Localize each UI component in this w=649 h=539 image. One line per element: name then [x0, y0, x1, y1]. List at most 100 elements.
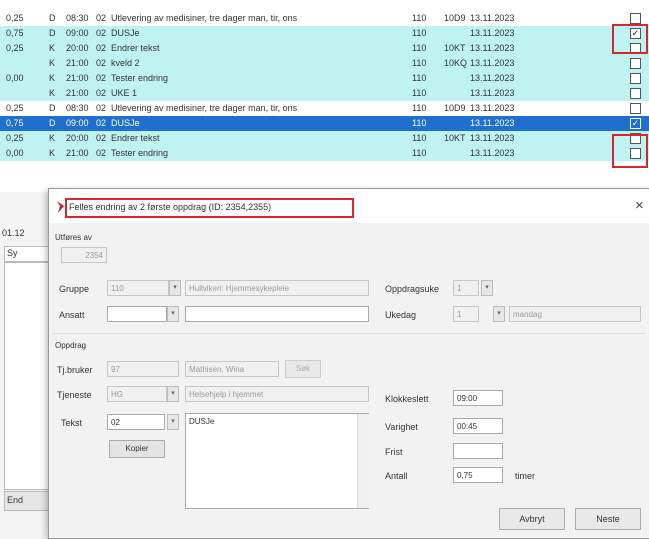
table-row[interactable]: 0,75 D 09:00 02 DUSJe 110 13.11.2023 ✓ — [0, 26, 649, 41]
cell-date: 13.11.2023 — [470, 73, 515, 83]
cell-type: K — [49, 58, 56, 68]
ansatt-dropdown-icon[interactable]: ▾ — [167, 306, 179, 322]
cell-group: 110 — [412, 103, 427, 113]
tjeneste-dropdown-icon[interactable]: ▾ — [167, 386, 179, 402]
cell-group: 110 — [412, 118, 427, 128]
varighet-input[interactable]: 00:45 — [453, 418, 503, 434]
table-row[interactable]: 0,25 D 08:30 02 Utlevering av medisiner, tre… — [0, 11, 649, 26]
cell-code: 02 — [96, 43, 107, 53]
row-checkbox[interactable] — [630, 103, 641, 114]
gruppe-dropdown-icon[interactable]: ▾ — [169, 280, 181, 296]
table-row[interactable]: 0,25 K 20:00 02 Endrer tekst 110 10KT 13.11.202… — [0, 131, 649, 146]
cell-code: 02 — [96, 58, 107, 68]
left-panel-fragment: 01.12 Sy End — [0, 192, 50, 537]
gruppe-name-field: Hullvikeri: Hjemmesykepleie — [185, 280, 369, 296]
cell-amount: 0,25 — [6, 133, 24, 143]
cell-group: 110 — [412, 58, 427, 68]
tekst-dropdown-icon[interactable]: ▾ — [167, 414, 179, 430]
table-row[interactable]: K 21:00 02 kveld 2 110 10KQ 13.11.2023 — [0, 56, 649, 71]
klokkeslett-label: Klokkeslett — [385, 394, 429, 404]
cell-code: 02 — [96, 103, 107, 113]
row-checkbox[interactable]: ✓ — [630, 118, 641, 129]
ansatt-name-field[interactable] — [185, 306, 369, 322]
cancel-button[interactable]: Avbryt — [499, 508, 565, 530]
kopier-button[interactable]: Kopier — [109, 440, 165, 458]
column-header-fragment: Sy — [4, 246, 50, 262]
frist-input[interactable] — [453, 443, 503, 459]
cell-date: 13.11.2023 — [470, 118, 515, 128]
list-fragment — [4, 262, 50, 490]
close-icon[interactable]: × — [635, 197, 644, 214]
next-button[interactable]: Neste — [575, 508, 641, 530]
cell-type: D — [49, 103, 56, 113]
cell-ref: 10D9 — [444, 13, 466, 23]
cell-desc: kveld 2 — [111, 58, 140, 68]
cell-type: K — [49, 73, 56, 83]
varighet-label: Varighet — [385, 422, 418, 432]
cell-type: D — [49, 28, 56, 38]
row-checkbox[interactable] — [630, 73, 641, 84]
oppdragsuke-dropdown-icon[interactable]: ▾ — [481, 280, 493, 296]
cell-desc: Utlevering av medisiner, tre dager man, … — [111, 13, 298, 23]
cell-ref: 10D9 — [444, 103, 466, 113]
cell-amount: 0,25 — [6, 43, 24, 53]
tjeneste-label: Tjeneste — [57, 390, 92, 400]
cell-date: 13.11.2023 — [470, 28, 515, 38]
ukedag-dropdown-icon[interactable]: ▾ — [493, 306, 505, 322]
tekst-content[interactable]: DUSJe — [185, 413, 369, 509]
cell-time: 20:00 — [66, 43, 89, 53]
cell-date: 13.11.2023 — [470, 43, 515, 53]
gruppe-input[interactable]: 110 — [107, 280, 169, 296]
row-checkbox[interactable] — [630, 13, 641, 24]
section-utfores: Utføres av — [55, 233, 92, 242]
row-checkbox[interactable] — [630, 88, 641, 99]
id-field: 2354 — [61, 247, 107, 263]
ansatt-input[interactable] — [107, 306, 167, 322]
search-button[interactable]: Søk — [285, 360, 321, 378]
edit-button-label: End — [7, 495, 24, 505]
assignment-grid: 0,25 D 08:30 02 Utlevering av medisiner, tre… — [0, 0, 649, 192]
ukedag-input[interactable]: 1 — [453, 306, 479, 322]
cell-desc: Tester endring — [111, 73, 169, 83]
oppdragsuke-input[interactable]: 1 — [453, 280, 479, 296]
table-row[interactable]: 0,75 D 09:00 02 DUSJe 110 13.11.2023 ✓ — [0, 116, 649, 131]
table-row[interactable]: 0,00 K 21:00 02 Tester endring 110 13.11.2023 — [0, 146, 649, 161]
tekst-scrollbar[interactable] — [357, 414, 369, 508]
antall-input[interactable]: 0,75 — [453, 467, 503, 483]
row-checkbox[interactable] — [630, 58, 641, 69]
ukedag-label: Ukedag — [385, 310, 417, 320]
cell-group: 110 — [412, 73, 427, 83]
tjbruker-name-field: Mathisen, Wina — [185, 361, 279, 377]
tjbruker-input[interactable]: 97 — [107, 361, 179, 377]
tekst-input[interactable]: 02 — [107, 414, 165, 430]
cell-code: 02 — [96, 13, 107, 23]
tekst-label: Tekst — [61, 418, 83, 428]
cell-amount: 0,25 — [6, 13, 24, 23]
cell-desc: DUSJe — [111, 28, 140, 38]
table-row[interactable]: K 21:00 02 UKE 1 110 13.11.2023 — [0, 86, 649, 101]
table-row[interactable]: 0,00 K 21:00 02 Tester endring 110 13.11.2023 — [0, 71, 649, 86]
oppdragsuke-label: Oppdragsuke — [385, 284, 440, 294]
edit-button-fragment[interactable]: End — [4, 491, 50, 511]
cell-date: 13.11.2023 — [470, 13, 515, 23]
cell-amount: 0,75 — [6, 28, 24, 38]
cell-time: 21:00 — [66, 88, 89, 98]
cell-amount: 0,00 — [6, 73, 24, 83]
tjeneste-input[interactable]: HG — [107, 386, 167, 402]
antall-unit: timer — [515, 471, 535, 481]
table-row[interactable]: 0,25 D 08:30 02 Utlevering av medisiner, tre… — [0, 101, 649, 116]
gruppe-label: Gruppe — [59, 284, 90, 294]
antall-label: Antall — [385, 471, 408, 481]
cell-time: 08:30 — [66, 103, 89, 113]
cell-group: 110 — [412, 13, 427, 23]
cell-code: 02 — [96, 73, 107, 83]
cell-desc: DUSJe — [111, 118, 140, 128]
ansatt-label: Ansatt — [59, 310, 85, 320]
cell-date: 13.11.2023 — [470, 133, 515, 143]
klokkeslett-input[interactable]: 09:00 — [453, 390, 503, 406]
cell-type: D — [49, 118, 56, 128]
cell-desc: Utlevering av medisiner, tre dager man, … — [111, 103, 298, 113]
table-row[interactable]: 0,25 K 20:00 02 Endrer tekst 110 10KT 13.11.202… — [0, 41, 649, 56]
cell-code: 02 — [96, 148, 107, 158]
cell-type: K — [49, 133, 56, 143]
